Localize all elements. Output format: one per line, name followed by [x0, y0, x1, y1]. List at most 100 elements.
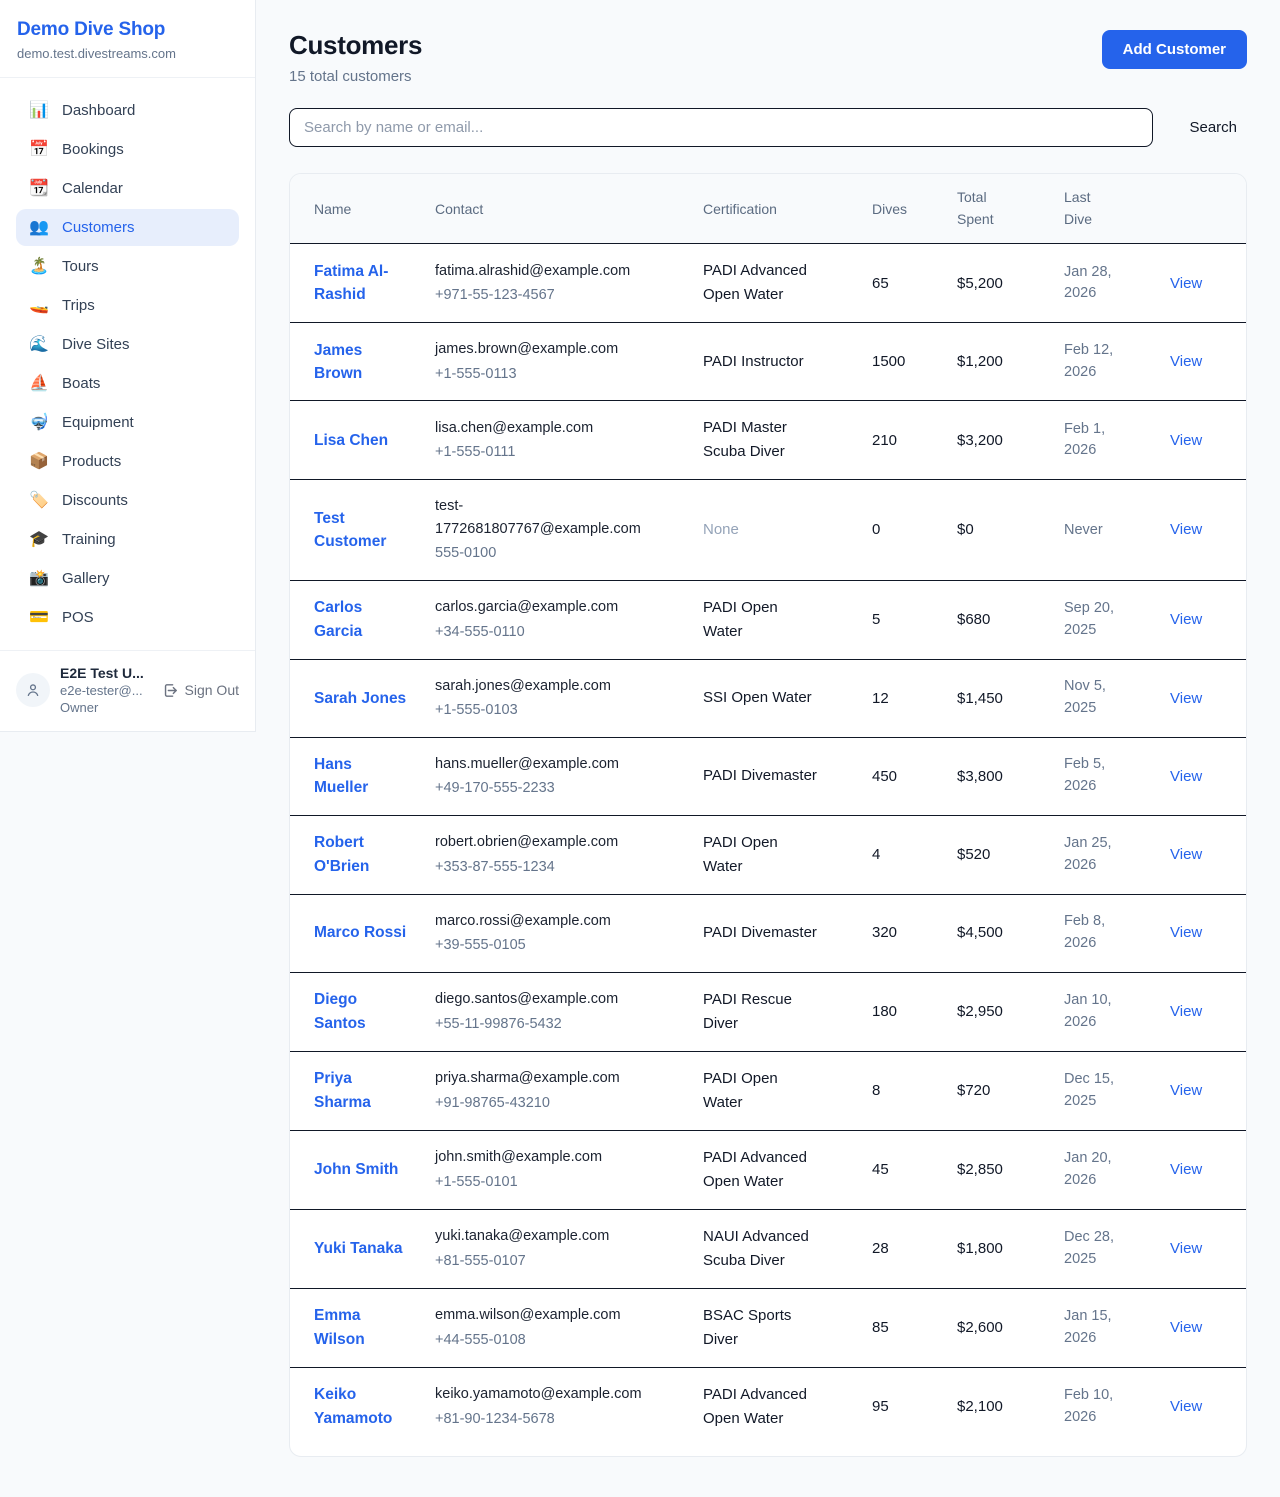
equipment-icon: 🤿 — [29, 415, 49, 431]
customers-table: NameContactCertificationDivesTotal Spent… — [290, 174, 1247, 1446]
customer-email: carlos.garcia@example.com — [435, 596, 647, 618]
sidebar-item-calendar[interactable]: 📆 Calendar — [16, 170, 239, 207]
customer-name-link[interactable]: Robert O'Brien — [314, 831, 409, 878]
view-customer-link[interactable]: View — [1170, 846, 1202, 863]
view-customer-link[interactable]: View — [1170, 1240, 1202, 1257]
search-input[interactable] — [289, 108, 1153, 147]
customer-count: 15 total customers — [289, 68, 422, 85]
column-header-last-dive: Last Dive — [1064, 174, 1170, 244]
customer-phone: 555-0100 — [435, 542, 689, 564]
customer-name-link[interactable]: Fatima Al-Rashid — [314, 260, 409, 307]
customer-name-link[interactable]: Keiko Yamamoto — [314, 1383, 409, 1430]
customer-dives: 5 — [872, 580, 957, 659]
boats-icon: ⛵ — [29, 376, 49, 392]
customer-email: test-1772681807767@example.com — [435, 495, 647, 540]
customer-last-dive: Feb 1, 2026 — [1064, 419, 1120, 463]
customer-dives: 8 — [872, 1051, 957, 1130]
customer-phone: +39-555-0105 — [435, 934, 689, 956]
customer-name-link[interactable]: Lisa Chen — [314, 429, 388, 452]
customer-certification: PADI Rescue Diver — [703, 988, 821, 1036]
view-customer-link[interactable]: View — [1170, 432, 1202, 449]
customer-certification: PADI Open Water — [703, 831, 821, 879]
customer-dives: 320 — [872, 894, 957, 972]
sign-out-icon — [162, 682, 179, 699]
sidebar-item-label: Gallery — [62, 570, 110, 587]
view-customer-link[interactable]: View — [1170, 1398, 1202, 1415]
customer-total-spent: $1,800 — [957, 1209, 1064, 1288]
sidebar-item-dashboard[interactable]: 📊 Dashboard — [16, 92, 239, 129]
calendar-icon: 📆 — [29, 181, 49, 197]
view-customer-link[interactable]: View — [1170, 611, 1202, 628]
view-customer-link[interactable]: View — [1170, 768, 1202, 785]
customer-total-spent: $720 — [957, 1051, 1064, 1130]
customer-email: hans.mueller@example.com — [435, 753, 647, 775]
customer-certification: PADI Advanced Open Water — [703, 1383, 821, 1431]
table-row: Keiko Yamamoto keiko.yamamoto@example.co… — [290, 1367, 1247, 1446]
brand: Demo Dive Shop demo.test.divestreams.com — [0, 0, 255, 78]
view-customer-link[interactable]: View — [1170, 1161, 1202, 1178]
view-customer-link[interactable]: View — [1170, 924, 1202, 941]
customer-name-link[interactable]: Test Customer — [314, 507, 409, 554]
customer-dives: 0 — [872, 480, 957, 580]
customer-name-link[interactable]: Marco Rossi — [314, 921, 406, 944]
customer-name-link[interactable]: Yuki Tanaka — [314, 1237, 402, 1260]
view-customer-link[interactable]: View — [1170, 521, 1202, 538]
add-customer-button[interactable]: Add Customer — [1102, 30, 1247, 69]
customer-name-link[interactable]: Emma Wilson — [314, 1304, 409, 1351]
sidebar-item-label: Discounts — [62, 492, 128, 509]
sidebar-item-training[interactable]: 🎓 Training — [16, 521, 239, 558]
sidebar-item-customers[interactable]: 👥 Customers — [16, 209, 239, 246]
sidebar-item-label: POS — [62, 609, 94, 626]
search-button[interactable]: Search — [1179, 113, 1247, 142]
sidebar-item-label: Products — [62, 453, 121, 470]
customer-name-link[interactable]: Sarah Jones — [314, 687, 406, 710]
customer-name-link[interactable]: Diego Santos — [314, 988, 409, 1035]
sidebar-item-dive-sites[interactable]: 🌊 Dive Sites — [16, 326, 239, 363]
customer-name-link[interactable]: Hans Mueller — [314, 753, 409, 800]
sidebar-item-pos[interactable]: 💳 POS — [16, 599, 239, 636]
sidebar-item-label: Dive Sites — [62, 336, 130, 353]
customer-total-spent: $3,800 — [957, 737, 1064, 815]
customer-dives: 4 — [872, 815, 957, 894]
sidebar-item-boats[interactable]: ⛵ Boats — [16, 365, 239, 402]
column-header-label: Contact — [435, 201, 483, 217]
view-customer-link[interactable]: View — [1170, 353, 1202, 370]
sidebar-item-label: Training — [62, 531, 116, 548]
table-row: Robert O'Brien robert.obrien@example.com… — [290, 815, 1247, 894]
sidebar-item-label: Calendar — [62, 180, 123, 197]
customers-table-card: NameContactCertificationDivesTotal Spent… — [289, 173, 1247, 1457]
view-customer-link[interactable]: View — [1170, 690, 1202, 707]
table-row: Lisa Chen lisa.chen@example.com +1-555-0… — [290, 401, 1247, 480]
sidebar-item-discounts[interactable]: 🏷️ Discounts — [16, 482, 239, 519]
sign-out-label: Sign Out — [185, 682, 239, 698]
customer-total-spent: $2,850 — [957, 1130, 1064, 1209]
sidebar-item-trips[interactable]: 🚤 Trips — [16, 287, 239, 324]
sidebar-item-products[interactable]: 📦 Products — [16, 443, 239, 480]
sidebar-item-bookings[interactable]: 📅 Bookings — [16, 131, 239, 168]
sidebar-item-gallery[interactable]: 📸 Gallery — [16, 560, 239, 597]
customers-icon: 👥 — [29, 220, 49, 236]
customer-name-link[interactable]: John Smith — [314, 1158, 398, 1181]
customer-last-dive: Jan 20, 2026 — [1064, 1148, 1120, 1192]
customer-certification: PADI Divemaster — [703, 764, 817, 788]
products-icon: 📦 — [29, 454, 49, 470]
table-row: Diego Santos diego.santos@example.com +5… — [290, 972, 1247, 1051]
view-customer-link[interactable]: View — [1170, 1082, 1202, 1099]
customer-last-dive: Feb 12, 2026 — [1064, 340, 1120, 384]
view-customer-link[interactable]: View — [1170, 1319, 1202, 1336]
customer-name-link[interactable]: James Brown — [314, 339, 409, 386]
sidebar-item-equipment[interactable]: 🤿 Equipment — [16, 404, 239, 441]
tours-icon: 🏝️ — [29, 259, 49, 275]
view-customer-link[interactable]: View — [1170, 275, 1202, 292]
customer-last-dive: Feb 8, 2026 — [1064, 911, 1120, 955]
customer-dives: 45 — [872, 1130, 957, 1209]
sidebar-item-tours[interactable]: 🏝️ Tours — [16, 248, 239, 285]
customer-last-dive: Jan 15, 2026 — [1064, 1306, 1120, 1350]
customer-name-link[interactable]: Carlos Garcia — [314, 596, 409, 643]
column-header-certification: Certification — [703, 174, 872, 244]
view-customer-link[interactable]: View — [1170, 1003, 1202, 1020]
customer-email: marco.rossi@example.com — [435, 910, 647, 932]
table-row: Emma Wilson emma.wilson@example.com +44-… — [290, 1288, 1247, 1367]
sign-out-button[interactable]: Sign Out — [162, 682, 239, 699]
customer-name-link[interactable]: Priya Sharma — [314, 1067, 409, 1114]
